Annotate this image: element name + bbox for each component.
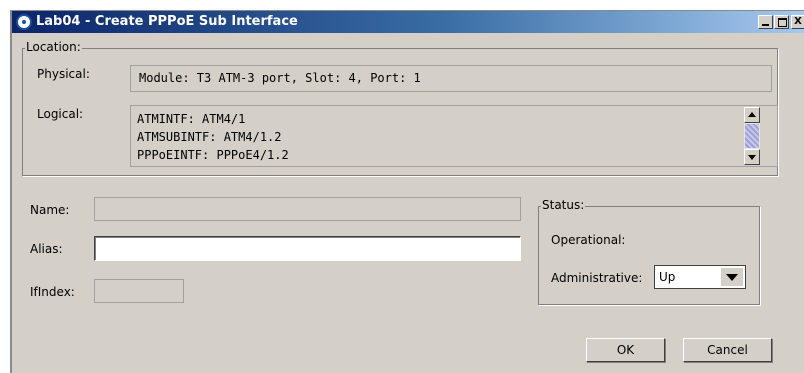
ifindex-label: IfIndex:: [30, 285, 75, 299]
arrow-down-icon: [748, 155, 756, 160]
minimize-icon: [762, 24, 769, 26]
name-field[interactable]: [94, 197, 521, 221]
minimize-button[interactable]: [758, 15, 773, 29]
alias-input[interactable]: [94, 236, 521, 261]
status-group: [538, 206, 760, 305]
logical-line-atmsubintf: ATMSUBINTF: ATM4/1.2: [137, 130, 282, 144]
physical-value-text: Module: T3 ATM-3 port, Slot: 4, Port: 1: [139, 71, 421, 85]
physical-label: Physical:: [37, 67, 90, 81]
maximize-icon: [778, 18, 787, 27]
maximize-button[interactable]: [774, 15, 789, 29]
logical-line-atmintf: ATMINTF: ATM4/1: [137, 112, 246, 126]
scroll-up-button[interactable]: [744, 107, 760, 123]
cancel-button[interactable]: Cancel: [683, 338, 772, 362]
window-title: Lab04 - Create PPPoE Sub Interface: [36, 14, 298, 29]
physical-value: Module: T3 ATM-3 port, Slot: 4, Port: 1: [130, 65, 772, 92]
alias-label: Alias:: [30, 242, 63, 256]
ok-button[interactable]: OK: [586, 338, 665, 362]
globe-icon: [16, 14, 32, 30]
administrative-select[interactable]: Up: [654, 265, 746, 289]
status-legend: Status:: [541, 198, 586, 212]
name-label: Name:: [30, 203, 70, 217]
administrative-select-value: Up: [659, 270, 676, 284]
logical-line-pppoeintf: PPPoEINTF: PPPoE4/1.2: [137, 148, 289, 162]
logical-list: ATMINTF: ATM4/1 ATMSUBINTF: ATM4/1.2 PPP…: [130, 105, 778, 167]
logical-scrollbar[interactable]: [744, 107, 760, 165]
scroll-thumb[interactable]: [745, 124, 759, 148]
location-legend: Location:: [25, 40, 82, 54]
close-icon: X: [794, 16, 802, 27]
operational-label: Operational:: [551, 233, 626, 247]
close-button[interactable]: X: [791, 15, 804, 29]
administrative-label: Administrative:: [551, 271, 643, 285]
scroll-down-button[interactable]: [744, 149, 760, 165]
title-bar[interactable]: Lab04 - Create PPPoE Sub Interface X: [12, 11, 804, 33]
arrow-up-icon: [748, 112, 756, 117]
chevron-down-icon[interactable]: [721, 268, 743, 286]
logical-label: Logical:: [37, 107, 84, 121]
ifindex-field[interactable]: [94, 279, 184, 303]
